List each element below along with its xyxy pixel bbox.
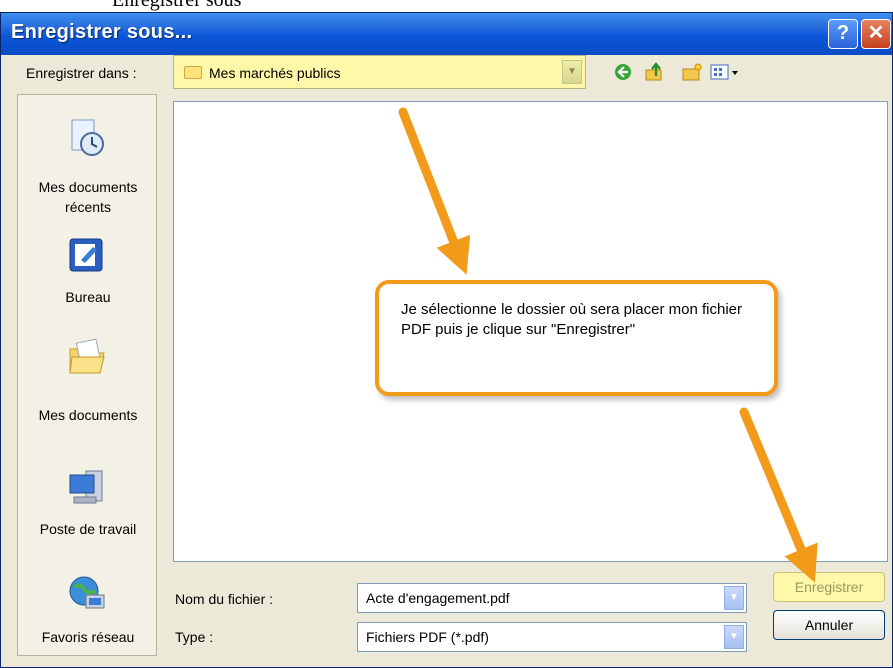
- views-menu-icon[interactable]: [710, 62, 740, 82]
- dialog-title: Enregistrer sous...: [11, 21, 193, 43]
- help-button[interactable]: ?: [828, 19, 858, 49]
- network-places-icon: [69, 576, 105, 609]
- chevron-down-icon[interactable]: ▼: [562, 60, 582, 84]
- callout-text: Je sélectionne le dossier où sera placer…: [401, 301, 743, 338]
- title-bar[interactable]: Enregistrer sous... ? ✕: [1, 13, 892, 55]
- save-in-value: Mes marchés publics: [209, 65, 341, 81]
- place-label: Poste de travail: [39, 521, 137, 537]
- place-label: Mes documents récents: [38, 179, 138, 215]
- filename-field[interactable]: Acte d'engagement.pdf ▼: [357, 583, 747, 613]
- filename-value: Acte d'engagement.pdf: [366, 590, 510, 606]
- recent-documents-icon: [71, 119, 104, 156]
- folder-icon: [184, 66, 202, 79]
- back-icon[interactable]: [612, 62, 634, 82]
- my-documents-icon: [69, 338, 105, 374]
- chevron-down-icon[interactable]: ▼: [724, 625, 744, 649]
- save-button[interactable]: Enregistrer: [773, 572, 885, 602]
- filetype-label: Type :: [175, 629, 214, 645]
- filetype-select[interactable]: Fichiers PDF (*.pdf) ▼: [357, 622, 747, 652]
- place-label: Favoris réseau: [41, 629, 135, 645]
- my-computer-icon: [69, 470, 103, 504]
- places-bar: Mes documents récents Bureau Mes documen…: [17, 94, 157, 656]
- close-button[interactable]: ✕: [861, 19, 891, 49]
- new-folder-icon[interactable]: [681, 62, 703, 82]
- filetype-value: Fichiers PDF (*.pdf): [366, 629, 489, 645]
- outer-caption: Enregistrer sous: [112, 0, 242, 11]
- place-label: Mes documents: [38, 407, 138, 423]
- filename-label: Nom du fichier :: [175, 591, 274, 607]
- instruction-callout: Je sélectionne le dossier où sera placer…: [375, 280, 778, 396]
- up-folder-icon[interactable]: [644, 62, 666, 82]
- save-in-label: Enregistrer dans :: [26, 65, 137, 81]
- chevron-down-icon[interactable]: ▼: [724, 586, 744, 610]
- save-in-select[interactable]: Mes marchés publics ▼: [173, 55, 586, 89]
- cancel-button[interactable]: Annuler: [773, 610, 885, 640]
- desktop-icon: [69, 238, 103, 272]
- place-label: Bureau: [65, 289, 111, 305]
